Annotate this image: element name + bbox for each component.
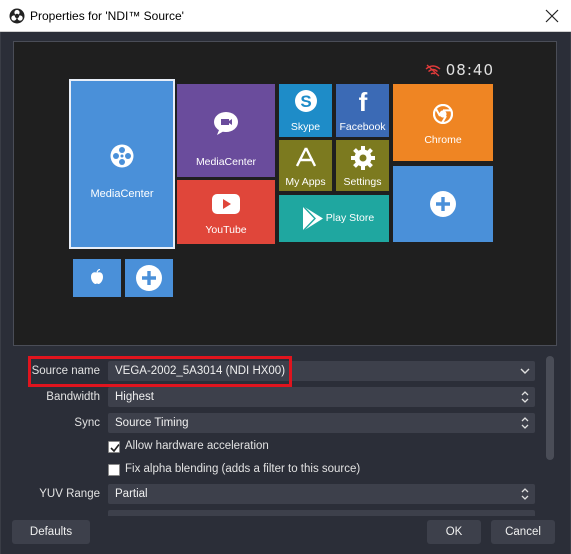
yuv-range-label: YUV Range xyxy=(39,488,100,500)
film-reel-icon xyxy=(110,144,134,168)
close-icon xyxy=(545,9,559,23)
facebook-icon: f xyxy=(358,87,367,115)
gear-icon xyxy=(350,146,375,170)
up-down-arrows-icon xyxy=(521,488,529,500)
source-name-highlight xyxy=(28,356,292,387)
plus-circle-icon xyxy=(430,191,456,217)
tile-settings: Settings xyxy=(336,140,389,191)
ok-button[interactable]: OK xyxy=(427,520,481,544)
bandwidth-label: Bandwidth xyxy=(46,391,100,403)
tile-chrome: Chrome xyxy=(393,84,493,161)
tile-label: YouTube xyxy=(205,224,247,236)
tile-mediacenter: MediaCenter xyxy=(177,84,275,177)
hw-accel-label: Allow hardware acceleration xyxy=(125,440,269,452)
fix-alpha-label: Fix alpha blending (adds a filter to thi… xyxy=(125,463,361,475)
bandwidth-value: Highest xyxy=(115,391,154,403)
tile-label: Settings xyxy=(343,176,382,188)
sync-label: Sync xyxy=(74,417,100,429)
tile-add-small xyxy=(125,259,173,297)
tile-label: MediaCenter xyxy=(195,156,257,168)
wifi-off-icon xyxy=(425,64,441,77)
checkmark-icon xyxy=(110,444,120,453)
close-button[interactable] xyxy=(533,0,571,32)
clock: 08:40 xyxy=(445,61,494,79)
tile-youtube: YouTube xyxy=(177,180,275,244)
tile-facebook: f Facebook xyxy=(336,84,389,137)
tile-label: My Apps xyxy=(285,176,326,188)
up-down-arrows-icon xyxy=(521,417,529,429)
chrome-icon xyxy=(433,104,453,124)
sync-select[interactable]: Source Timing xyxy=(108,413,535,433)
chevron-down-icon xyxy=(520,368,530,374)
row-sync: Sync Source Timing xyxy=(13,413,543,433)
yuv-range-value: Partial xyxy=(115,488,148,500)
cancel-button[interactable]: Cancel xyxy=(491,520,555,544)
defaults-button[interactable]: Defaults xyxy=(12,520,90,544)
window-title: Properties for 'NDI™ Source' xyxy=(30,9,184,23)
up-down-arrows-icon xyxy=(521,391,529,403)
svg-text:S: S xyxy=(300,92,311,111)
row-yuv-range: YUV Range Partial xyxy=(13,484,543,504)
tile-skype: S Skype xyxy=(279,84,332,137)
tile-label: Play Store xyxy=(325,212,375,224)
row-bandwidth: Bandwidth Highest xyxy=(13,387,543,407)
source-preview: 08:40 MediaCenter MediaCenter YouTube S … xyxy=(13,41,557,346)
checkbox-checked[interactable] xyxy=(108,441,120,453)
next-field-partial[interactable] xyxy=(108,510,535,516)
tile-my-apps: My Apps xyxy=(279,140,332,191)
tile-label: Facebook xyxy=(339,121,386,133)
yuv-range-select[interactable]: Partial xyxy=(108,484,535,504)
app-store-icon xyxy=(295,147,316,167)
youtube-icon xyxy=(212,194,240,214)
sync-value: Source Timing xyxy=(115,417,189,429)
tile-play-store: Play Store xyxy=(279,195,389,242)
fix-alpha-checkbox[interactable]: Fix alpha blending (adds a filter to thi… xyxy=(108,463,438,479)
tile-label: Skype xyxy=(290,121,321,133)
apple-icon xyxy=(91,269,103,284)
properties-scrollbar[interactable] xyxy=(546,356,554,460)
tile-label: MediaCenter xyxy=(90,188,154,200)
bandwidth-select[interactable]: Highest xyxy=(108,387,535,407)
tile-apple xyxy=(73,259,121,297)
hw-accel-checkbox[interactable]: Allow hardware acceleration xyxy=(108,440,408,456)
skype-icon: S xyxy=(294,90,317,112)
obs-logo-icon xyxy=(9,8,25,24)
plus-circle-icon xyxy=(136,265,162,291)
chat-video-icon xyxy=(214,112,238,135)
tile-add-large xyxy=(393,166,493,242)
tile-mediacenter-large: MediaCenter xyxy=(69,79,175,249)
tile-label: Chrome xyxy=(424,134,462,146)
title-bar: Properties for 'NDI™ Source' xyxy=(0,0,571,32)
svg-text:f: f xyxy=(358,87,367,115)
checkbox-unchecked[interactable] xyxy=(108,464,120,476)
